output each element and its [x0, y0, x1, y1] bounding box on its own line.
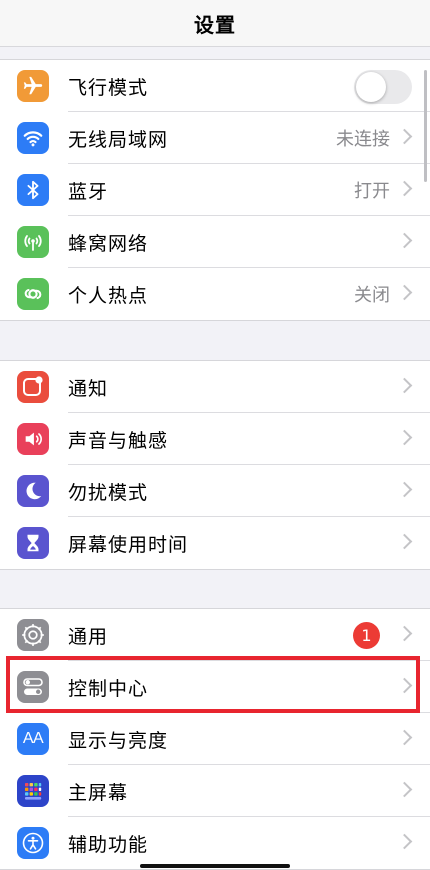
- notifications-icon: [17, 371, 49, 403]
- chevron-right-icon: [396, 284, 413, 301]
- settings-row-wifi[interactable]: 无线局域网 未连接: [0, 112, 430, 164]
- hotspot-label: 个人热点: [68, 284, 149, 307]
- notification-badge: 1: [353, 622, 380, 649]
- chevron-right-icon: [396, 533, 413, 550]
- chevron-right-icon: [396, 180, 413, 197]
- screen-time-label: 屏幕使用时间: [68, 533, 189, 556]
- display-icon: AA: [17, 723, 49, 755]
- chevron-right-icon: [396, 128, 413, 145]
- settings-row-home-screen[interactable]: 主屏幕: [0, 765, 430, 817]
- sound-icon: [17, 423, 49, 455]
- chevron-right-icon: [396, 232, 413, 249]
- chevron-right-icon: [396, 429, 413, 446]
- general-label: 通用: [68, 625, 109, 648]
- settings-row-do-not-disturb[interactable]: 勿扰模式: [0, 465, 430, 517]
- cellular-icon: [17, 226, 49, 258]
- cellular-label: 蜂窝网络: [68, 232, 149, 255]
- chevron-right-icon: [396, 625, 413, 642]
- control-center-highlight-box: [6, 656, 420, 713]
- notifications-label: 通知: [68, 377, 109, 400]
- do-not-disturb-label: 勿扰模式: [68, 481, 149, 504]
- home-screen-icon: [17, 775, 49, 807]
- wifi-status-value: 未连接: [336, 129, 390, 150]
- chevron-right-icon: [396, 729, 413, 746]
- chevron-right-icon: [396, 781, 413, 798]
- display-label: 显示与亮度: [68, 729, 169, 752]
- moon-icon: [17, 475, 49, 507]
- chevron-right-icon: [396, 481, 413, 498]
- settings-row-display[interactable]: AA 显示与亮度: [0, 713, 430, 765]
- hotspot-icon: [17, 278, 49, 310]
- hotspot-status-value: 关闭: [354, 285, 390, 306]
- bluetooth-label: 蓝牙: [68, 180, 109, 203]
- accessibility-icon: [17, 827, 49, 859]
- settings-row-accessibility[interactable]: 辅助功能: [0, 817, 430, 869]
- bluetooth-status-value: 打开: [354, 181, 390, 202]
- wifi-icon: [17, 122, 49, 154]
- settings-group-general: 通用 1 控制中心 AA 显示与亮度 主屏幕 辅助功能: [0, 608, 430, 870]
- nav-bar: 设置: [0, 0, 430, 47]
- chevron-right-icon: [396, 377, 413, 394]
- airplane-mode-label: 飞行模式: [68, 76, 149, 99]
- accessibility-label: 辅助功能: [68, 833, 149, 856]
- settings-row-hotspot[interactable]: 个人热点 关闭: [0, 268, 430, 320]
- scroll-indicator[interactable]: [424, 70, 427, 182]
- chevron-right-icon: [396, 833, 413, 850]
- home-screen-label: 主屏幕: [68, 781, 129, 804]
- settings-row-screen-time[interactable]: 屏幕使用时间: [0, 517, 430, 569]
- bluetooth-icon: [17, 174, 49, 206]
- settings-row-cellular[interactable]: 蜂窝网络: [0, 216, 430, 268]
- gear-icon: [17, 619, 49, 651]
- home-indicator[interactable]: [140, 864, 290, 868]
- settings-row-sounds[interactable]: 声音与触感: [0, 413, 430, 465]
- settings-row-airplane-mode[interactable]: 飞行模式: [0, 60, 430, 112]
- hourglass-icon: [17, 527, 49, 559]
- settings-group-connectivity: 飞行模式 无线局域网 未连接 蓝牙 打开 蜂窝网络 个人热点 关闭: [0, 59, 430, 321]
- airplane-mode-toggle[interactable]: [354, 70, 412, 104]
- page-title: 设置: [194, 12, 236, 37]
- sounds-label: 声音与触感: [68, 429, 169, 452]
- toggle-knob: [356, 72, 386, 102]
- settings-row-bluetooth[interactable]: 蓝牙 打开: [0, 164, 430, 216]
- airplane-icon: [17, 70, 49, 102]
- settings-row-general[interactable]: 通用 1: [0, 609, 430, 661]
- settings-group-notifications: 通知 声音与触感 勿扰模式 屏幕使用时间: [0, 360, 430, 570]
- settings-row-notifications[interactable]: 通知: [0, 361, 430, 413]
- wifi-label: 无线局域网: [68, 128, 169, 151]
